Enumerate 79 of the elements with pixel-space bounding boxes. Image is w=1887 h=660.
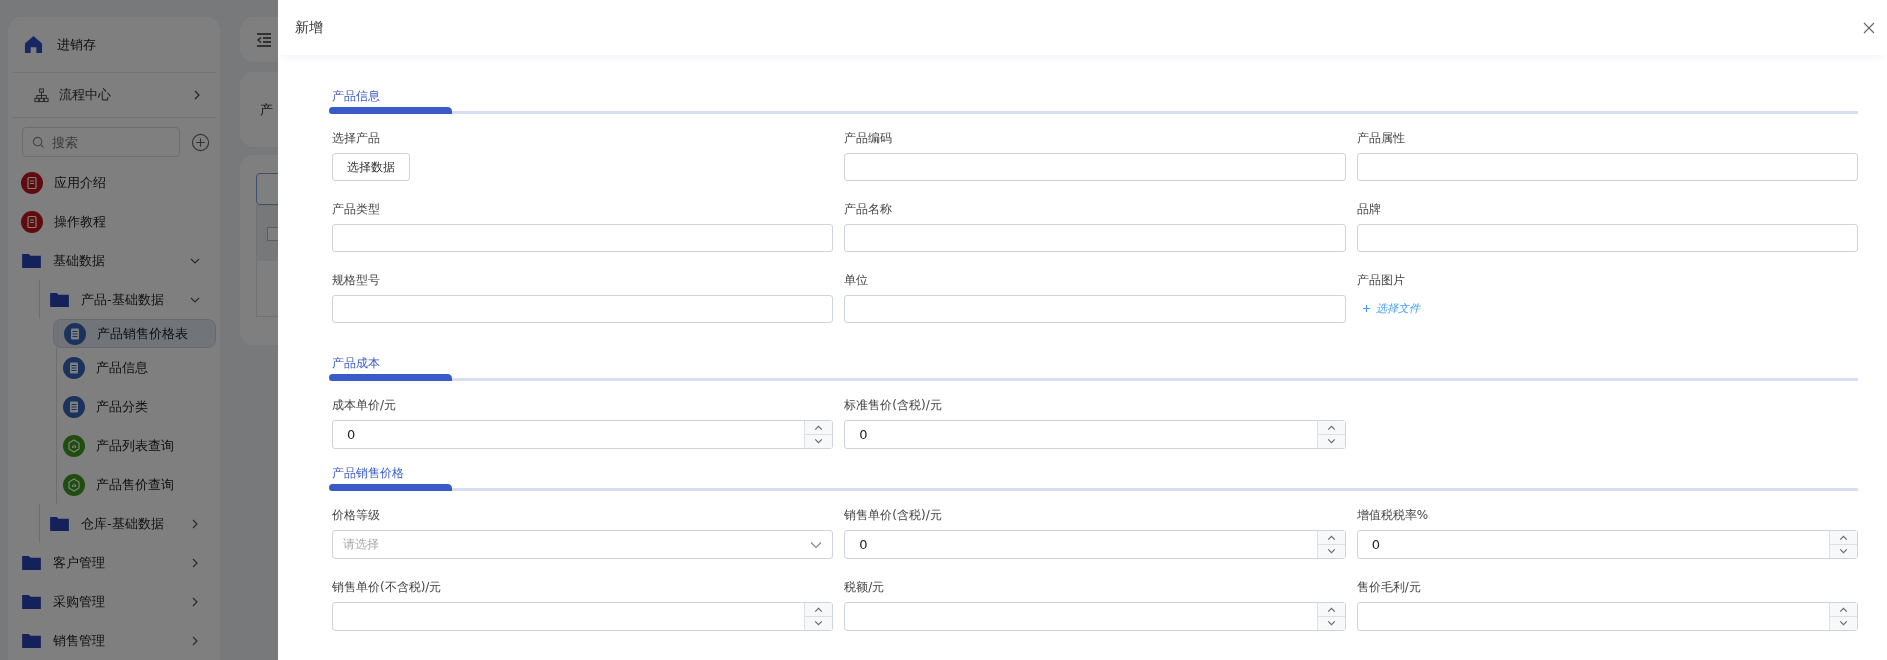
list-icon xyxy=(63,356,85,379)
menu-item[interactable]: 产品售价查询 xyxy=(53,465,216,504)
process-center-item[interactable]: 流程中心 xyxy=(12,73,216,118)
folder-icon xyxy=(22,594,41,609)
number-field[interactable]: 0 xyxy=(844,420,1346,449)
close-icon[interactable] xyxy=(1863,21,1875,34)
field-label: 选择产品 xyxy=(332,130,381,147)
home-icon xyxy=(24,35,43,54)
field-label: 产品类型 xyxy=(332,201,381,218)
field-label: 标准售价(含税)/元 xyxy=(844,397,943,414)
folder-icon xyxy=(22,633,41,648)
menu-item[interactable]: 产品列表查询 xyxy=(53,426,216,465)
search-field[interactable]: 搜索 xyxy=(22,127,180,157)
input-field[interactable] xyxy=(844,153,1346,181)
section-title: 产品销售价格 xyxy=(332,465,405,482)
chevron-right-icon xyxy=(190,635,200,646)
document-icon xyxy=(21,210,43,233)
section-title: 产品信息 xyxy=(332,88,381,105)
search-icon xyxy=(32,136,45,149)
menu-item[interactable]: 客户管理 xyxy=(8,543,216,582)
number-field[interactable] xyxy=(332,602,834,631)
page-title: 产 xyxy=(260,100,273,119)
input-field[interactable] xyxy=(844,224,1346,252)
field-label: 单位 xyxy=(844,272,870,289)
org-chart-icon xyxy=(34,87,49,103)
menu-fold-icon[interactable] xyxy=(256,32,272,47)
folder-icon xyxy=(50,292,69,307)
chevron-right-icon xyxy=(192,90,202,100)
menu-item[interactable]: 产品销售价格表 xyxy=(53,319,216,348)
field-label: 产品图片 xyxy=(1356,272,1406,289)
folder-icon xyxy=(22,555,41,570)
field-label: 销售单价(含税)/元 xyxy=(844,507,943,524)
number-field[interactable]: 0 xyxy=(844,530,1346,559)
menu-item[interactable]: 应用介绍 xyxy=(8,163,216,202)
menu-item[interactable]: 销售管理 xyxy=(8,621,216,660)
field-label: 产品编码 xyxy=(844,130,894,147)
menu-item[interactable]: 产品分类 xyxy=(53,387,216,426)
select-data-button[interactable]: 选择数据 xyxy=(332,153,410,181)
menu-item[interactable]: 仓库-基础数据 xyxy=(8,504,216,543)
chevron-right-icon xyxy=(190,596,200,607)
field-label: 品牌 xyxy=(1356,201,1382,218)
field-label: 规格型号 xyxy=(332,272,381,289)
input-field[interactable] xyxy=(1356,153,1858,181)
field-label: 税额/元 xyxy=(844,579,886,596)
input-field[interactable] xyxy=(1356,224,1858,252)
number-field[interactable] xyxy=(844,602,1346,631)
folder-icon xyxy=(22,253,41,268)
field-label: 增值税税率% xyxy=(1356,507,1430,524)
menu-item[interactable]: 操作教程 xyxy=(8,202,216,241)
input-field[interactable] xyxy=(844,295,1346,323)
folder-icon xyxy=(50,516,69,531)
add-icon[interactable] xyxy=(191,132,210,152)
document-icon xyxy=(21,171,43,194)
plus-icon xyxy=(1361,304,1371,313)
field-label: 产品名称 xyxy=(844,201,894,218)
drawer-title: 新增 xyxy=(295,18,323,37)
chevron-down-icon xyxy=(810,540,823,549)
number-field[interactable] xyxy=(1356,602,1858,631)
field-label: 成本单价/元 xyxy=(332,397,398,414)
chevron-right-icon xyxy=(190,557,200,568)
chevron-right-icon xyxy=(190,518,200,529)
menu-item[interactable]: 产品信息 xyxy=(53,348,216,387)
field-label: 销售单价(不含税)/元 xyxy=(332,579,443,596)
field-label: 价格等级 xyxy=(332,507,381,524)
field-label: 产品属性 xyxy=(1356,130,1406,147)
menu-item[interactable]: 产品-基础数据 xyxy=(8,280,216,319)
app-title: 进销存 xyxy=(57,35,96,54)
choose-file-link[interactable]: 选择文件 xyxy=(1361,301,1420,316)
select-field[interactable]: 请选择 xyxy=(332,530,834,559)
input-field[interactable] xyxy=(332,224,834,252)
field-label: 售价毛利/元 xyxy=(1356,579,1422,596)
list-icon xyxy=(63,395,85,418)
menu-item[interactable]: 采购管理 xyxy=(8,582,216,621)
input-field[interactable] xyxy=(332,295,834,323)
menu-item[interactable]: 基础数据 xyxy=(8,241,216,280)
number-field[interactable]: 0 xyxy=(1356,530,1858,559)
list-icon xyxy=(64,322,86,345)
number-field[interactable]: 0 xyxy=(332,420,834,449)
section-title: 产品成本 xyxy=(332,355,381,372)
